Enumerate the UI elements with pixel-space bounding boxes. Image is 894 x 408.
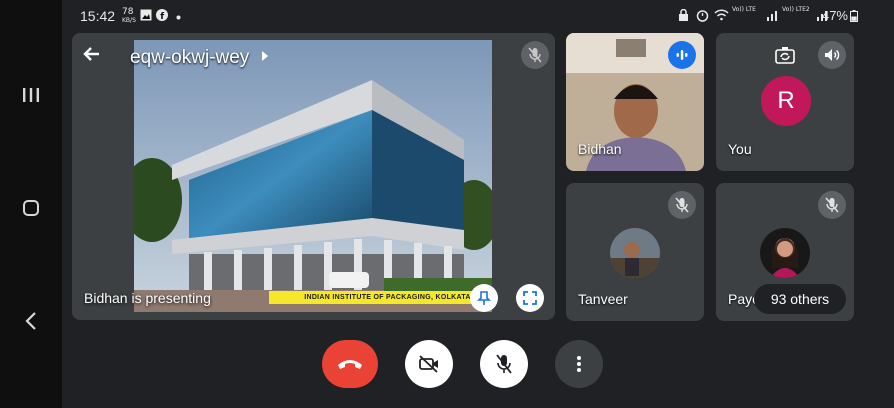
signal-label-2: Vo)) LTE2 xyxy=(782,6,810,13)
network-speed-value: 78 xyxy=(122,7,134,17)
lock-icon xyxy=(678,8,689,25)
battery-percent: 47% xyxy=(821,8,848,23)
avatar: R xyxy=(761,76,811,126)
building-photo xyxy=(134,40,492,312)
mic-off-button[interactable] xyxy=(480,340,528,388)
mic-muted-icon xyxy=(818,191,846,219)
mic-off-icon xyxy=(496,354,512,374)
slide-caption: INDIAN INSTITUTE OF PACKAGING, KOLKATA xyxy=(269,291,492,304)
home-icon[interactable] xyxy=(18,195,44,221)
participant-name: You xyxy=(728,141,752,157)
participant-name: Bidhan xyxy=(578,141,622,157)
meeting-code[interactable]: eqw-okwj-wey xyxy=(130,45,269,69)
presenting-label: Bidhan is presenting xyxy=(84,290,211,306)
more-vert-icon xyxy=(577,356,581,372)
others-count-badge[interactable]: 93 others xyxy=(754,284,846,314)
end-call-button[interactable] xyxy=(322,340,378,388)
signal-label-1: Vo)) LTE xyxy=(732,6,756,13)
facebook-icon: f xyxy=(156,9,168,24)
network-speed-unit: KB/S xyxy=(122,17,136,24)
svg-text:f: f xyxy=(160,12,164,21)
presentation-tile[interactable]: INDIAN INSTITUTE OF PACKAGING, KOLKATA e… xyxy=(72,33,555,320)
participant-tile-bidhan[interactable]: Bidhan xyxy=(566,33,704,171)
switch-camera-icon[interactable] xyxy=(771,41,799,69)
mic-muted-icon xyxy=(668,191,696,219)
participant-tile-you[interactable]: R You xyxy=(716,33,854,171)
avatar xyxy=(610,228,660,278)
network-speed: 78 xyxy=(122,7,133,17)
clock: 15:42 xyxy=(80,8,116,24)
fullscreen-icon[interactable] xyxy=(516,284,544,312)
gallery-icon xyxy=(140,9,152,24)
signal-icon xyxy=(766,9,780,24)
camera-off-button[interactable] xyxy=(405,340,453,388)
mic-muted-icon xyxy=(521,41,549,69)
participant-tile-tanveer[interactable]: Tanveer xyxy=(566,183,704,321)
back-arrow-icon[interactable] xyxy=(82,44,106,68)
recent-apps-icon[interactable] xyxy=(18,82,44,108)
camera-off-icon xyxy=(419,355,438,373)
more-options-button[interactable] xyxy=(555,340,603,388)
battery-icon xyxy=(850,10,858,25)
avatar xyxy=(760,228,810,278)
system-navigation-bar xyxy=(0,0,62,408)
participant-tile-others[interactable]: Payel 93 others xyxy=(716,183,854,321)
wifi-icon xyxy=(714,9,729,24)
hang-up-icon xyxy=(338,360,362,369)
dot-icon xyxy=(176,12,181,23)
participant-name: Tanveer xyxy=(578,291,628,307)
pin-icon[interactable] xyxy=(470,284,498,312)
back-icon[interactable] xyxy=(18,308,44,334)
speaker-icon[interactable] xyxy=(818,41,846,69)
alarm-icon xyxy=(696,9,709,25)
speaking-indicator-icon xyxy=(668,41,696,69)
chevron-right-icon xyxy=(261,45,269,67)
status-bar: 15:42 78 KB/S f Vo)) LTE Vo)) LTE2 47% xyxy=(62,0,894,32)
meeting-code-text: eqw-okwj-wey xyxy=(130,47,250,68)
presentation-slide: INDIAN INSTITUTE OF PACKAGING, KOLKATA xyxy=(134,40,492,312)
